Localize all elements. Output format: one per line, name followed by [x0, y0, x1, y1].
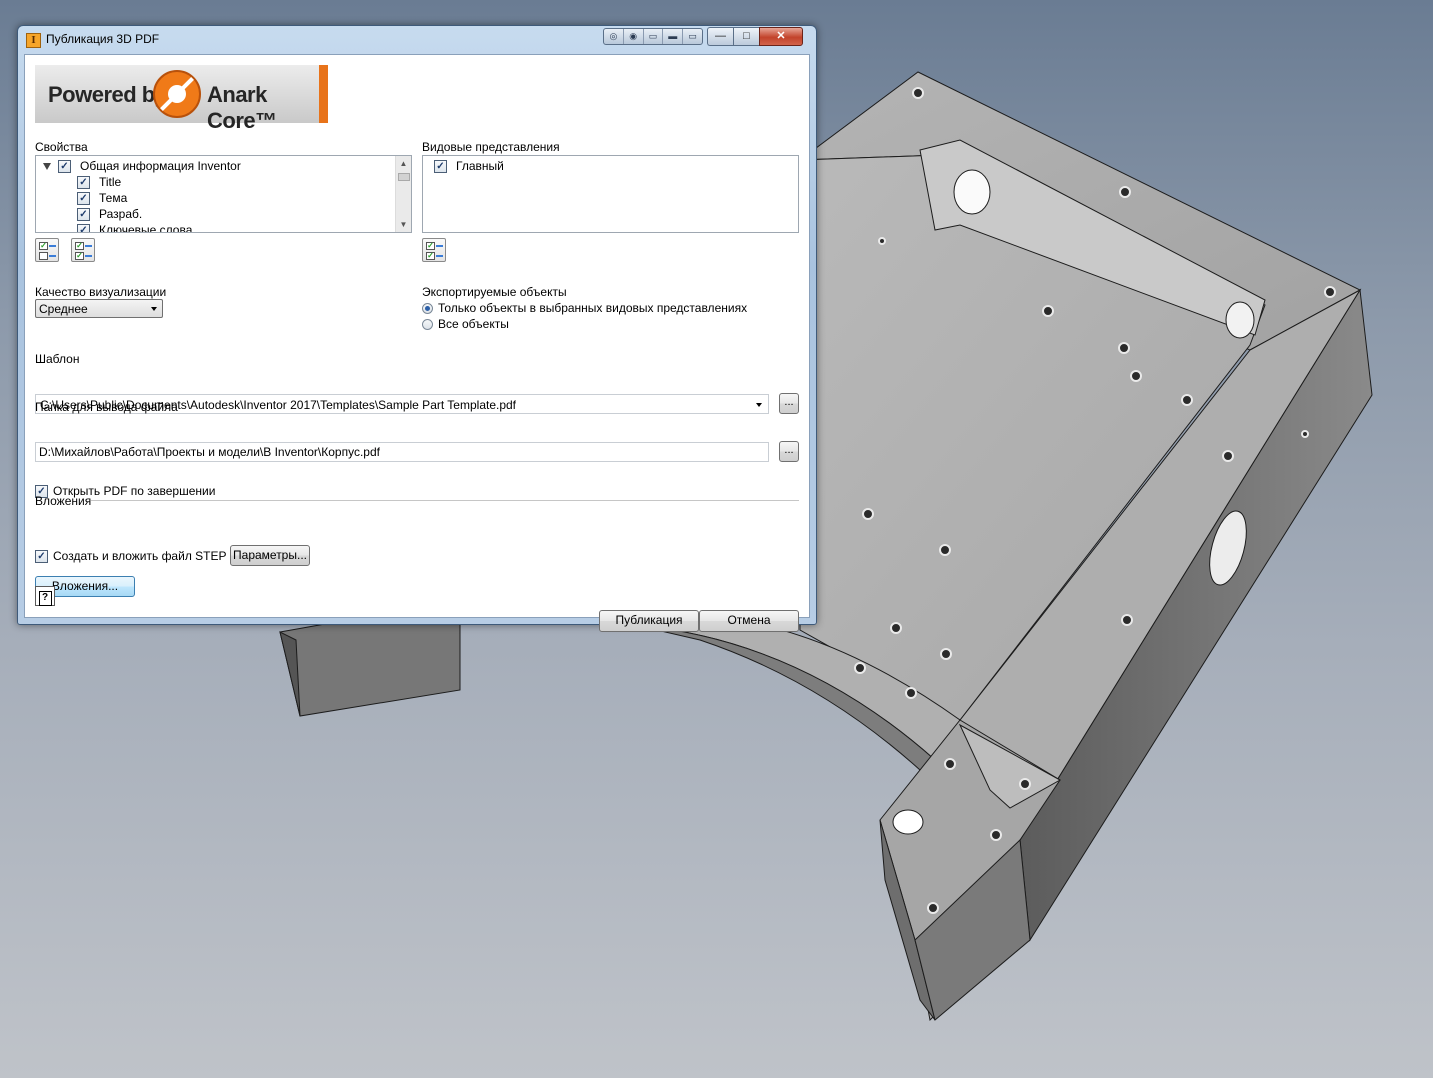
empty-box-icon: [39, 252, 48, 260]
banner-brand: Anark Core™: [207, 82, 277, 133]
output-path-field[interactable]: [35, 442, 769, 462]
quality-label: Качество визуализации: [35, 285, 167, 299]
checkbox[interactable]: ✓: [434, 159, 447, 173]
tree-item-author[interactable]: ✓ Разраб.: [77, 206, 142, 222]
properties-tree[interactable]: ✓ Общая информация Inventor ✓ Title ✓ Те…: [35, 155, 412, 233]
expand-triangle-icon[interactable]: [43, 162, 51, 170]
publish-button[interactable]: Публикация: [599, 610, 699, 632]
title-extra-button-5[interactable]: ▭: [683, 29, 702, 44]
close-button[interactable]: ✕: [759, 27, 803, 46]
list-line-icon: [436, 255, 443, 257]
scroll-down-arrow-icon[interactable]: ▼: [396, 217, 411, 232]
title-extra-button-2[interactable]: ◉: [624, 29, 644, 44]
dropdown-arrow-icon: [756, 403, 762, 407]
list-line-icon: [49, 245, 56, 247]
check-all-button[interactable]: ✓: [35, 238, 59, 262]
window-title: Публикация 3D PDF: [46, 32, 160, 46]
list-line-icon: [85, 255, 92, 257]
output-path-input[interactable]: [39, 444, 759, 460]
scroll-up-arrow-icon[interactable]: ▲: [396, 156, 411, 171]
check-icon: ✓: [75, 241, 84, 250]
dialog-client-area: Powered by Anark Core™ Свойства ✓ Общая …: [24, 54, 810, 632]
checkbox[interactable]: ✓: [58, 159, 71, 173]
tree-item-label: Разраб.: [99, 207, 143, 221]
check-icon: ✓: [426, 251, 435, 260]
radio-button[interactable]: [422, 318, 433, 330]
view-item-main[interactable]: ✓ Главный: [434, 158, 504, 174]
title-bar[interactable]: I Публикация 3D PDF ◎ ◉ ▭ ▬ ▭ — □ ✕: [18, 26, 816, 52]
title-extra-buttons: ◎ ◉ ▭ ▬ ▭: [603, 28, 703, 45]
template-label: Шаблон: [35, 352, 80, 366]
publish-3d-pdf-dialog: I Публикация 3D PDF ◎ ◉ ▭ ▬ ▭ — □ ✕ Powe…: [17, 25, 817, 632]
radio-label: Только объекты в выбранных видовых предс…: [438, 301, 748, 315]
tree-item-label: Общая информация Inventor: [80, 159, 241, 173]
checkbox[interactable]: ✓: [77, 175, 90, 189]
tree-item-label: Ключевые слова: [99, 223, 193, 233]
parameters-button[interactable]: Параметры...: [230, 545, 310, 566]
tree-scrollbar[interactable]: ▲ ▼: [395, 156, 411, 232]
check-icon: ✓: [426, 241, 435, 250]
radio-label: Все объекты: [438, 317, 509, 331]
title-extra-button-4[interactable]: ▬: [663, 29, 684, 44]
tree-item-label: Тема: [99, 191, 128, 205]
checkbox[interactable]: ✓: [35, 549, 48, 563]
banner-stripe: [319, 65, 328, 123]
view-item-label: Главный: [456, 159, 504, 173]
output-label: Папка для вывода файла: [35, 400, 178, 414]
check-list-button[interactable]: ✓ ✓: [71, 238, 95, 262]
export-option-all-objects[interactable]: Все объекты: [422, 317, 509, 331]
help-icon: ?: [38, 591, 52, 606]
anark-logo-icon: [153, 70, 201, 118]
anark-banner: Powered by Anark Core™: [35, 65, 328, 133]
dropdown-arrow-icon: [151, 307, 157, 311]
step-label: Создать и вложить файл STEP: [53, 549, 227, 563]
views-list[interactable]: ✓ Главный: [422, 155, 799, 233]
export-option-selected-views[interactable]: Только объекты в выбранных видовых предс…: [422, 301, 747, 315]
list-line-icon: [85, 245, 92, 247]
attachments-label: Вложения: [35, 494, 92, 508]
tree-item-subject[interactable]: ✓ Тема: [77, 190, 127, 206]
maximize-button[interactable]: □: [733, 27, 759, 46]
views-check-all-button[interactable]: ✓ ✓: [422, 238, 446, 262]
window-controls: — □ ✕: [707, 27, 803, 46]
inventor-app-icon: I: [26, 33, 41, 48]
tree-item-label: Title: [99, 175, 122, 189]
properties-label: Свойства: [35, 140, 88, 154]
quality-value: Среднее: [39, 302, 88, 316]
title-extra-button-3[interactable]: ▭: [644, 29, 664, 44]
list-line-icon: [436, 245, 443, 247]
minimize-button[interactable]: —: [707, 27, 733, 46]
cancel-button[interactable]: Отмена: [699, 610, 799, 632]
help-button[interactable]: ?: [35, 586, 55, 606]
checkbox[interactable]: ✓: [77, 191, 90, 205]
scroll-thumb[interactable]: [398, 173, 410, 181]
step-option[interactable]: ✓ Создать и вложить файл STEP: [35, 548, 227, 564]
title-extra-button-1[interactable]: ◎: [604, 29, 624, 44]
checkbox[interactable]: ✓: [77, 223, 90, 232]
tree-item-keywords[interactable]: ✓ Ключевые слова: [77, 222, 193, 233]
quality-select[interactable]: Среднее: [35, 299, 163, 318]
attachments-divider: [91, 500, 799, 501]
check-icon: ✓: [39, 241, 48, 250]
radio-button[interactable]: [422, 302, 433, 314]
export-label: Экспортируемые объекты: [422, 285, 567, 299]
list-line-icon: [49, 255, 56, 257]
banner-powered-by: Powered by: [48, 82, 167, 107]
template-browse-button[interactable]: ...: [779, 393, 799, 414]
tree-item-title[interactable]: ✓ Title: [77, 174, 121, 190]
checkbox[interactable]: ✓: [77, 207, 90, 221]
views-label: Видовые представления: [422, 140, 560, 154]
check-icon: ✓: [75, 251, 84, 260]
output-browse-button[interactable]: ...: [779, 441, 799, 462]
tree-item-general[interactable]: ✓ Общая информация Inventor: [43, 158, 241, 174]
